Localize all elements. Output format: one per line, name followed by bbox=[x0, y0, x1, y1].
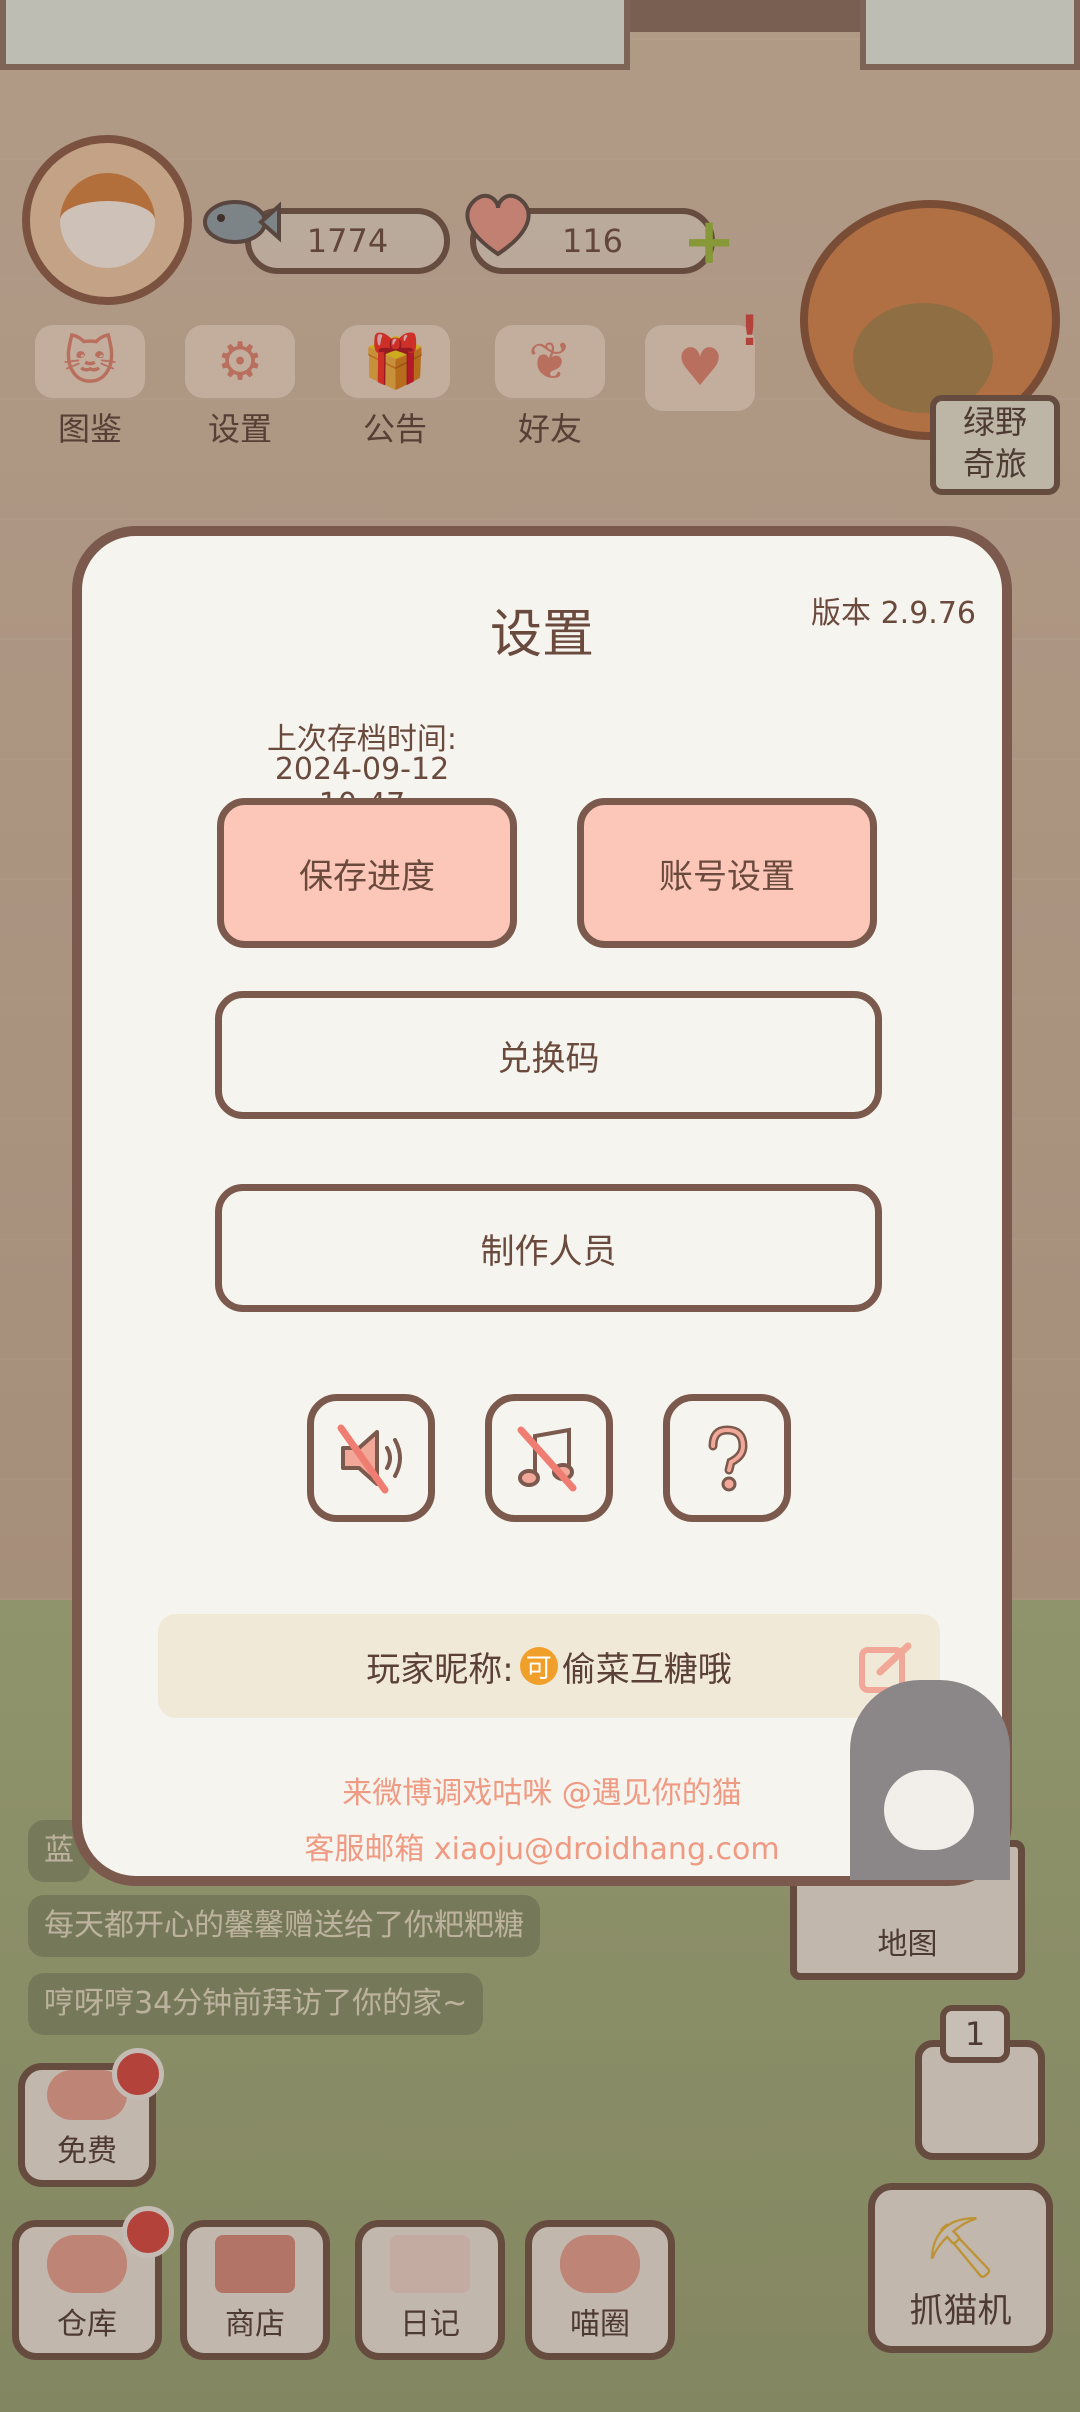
cat-mascot-muzzle bbox=[884, 1770, 974, 1850]
nickname-badge-icon: 可 bbox=[519, 1647, 558, 1685]
help-button[interactable] bbox=[663, 1394, 791, 1522]
nickname-value: 偷菜互糖哦 bbox=[561, 1649, 732, 1690]
version-text: 版本 2.9.76 bbox=[811, 596, 976, 631]
sound-toggle-button[interactable] bbox=[307, 1394, 435, 1522]
question-icon bbox=[708, 1425, 748, 1492]
credits-label: 制作人员 bbox=[480, 1231, 617, 1272]
nickname-label: 玩家昵称: bbox=[366, 1649, 514, 1690]
account-settings-label: 账号设置 bbox=[659, 856, 795, 897]
save-progress-label: 保存进度 bbox=[299, 856, 435, 897]
music-toggle-button[interactable] bbox=[485, 1394, 613, 1522]
music-muted-icon bbox=[517, 1426, 577, 1492]
redeem-code-button[interactable]: 兑换码 bbox=[215, 991, 882, 1119]
redeem-code-label: 兑换码 bbox=[497, 1038, 600, 1079]
save-progress-button[interactable]: 保存进度 bbox=[217, 798, 517, 948]
settings-dialog: 设置 版本 2.9.76 上次存档时间: 2024-09-12 10:47 保存… bbox=[72, 526, 1012, 1886]
credits-button[interactable]: 制作人员 bbox=[215, 1184, 882, 1312]
nickname-bar: 玩家昵称: 可 偷菜互糖哦 bbox=[158, 1614, 940, 1718]
cat-mascot-image bbox=[850, 1680, 1010, 1880]
account-settings-button[interactable]: 账号设置 bbox=[577, 798, 877, 948]
sound-muted-icon bbox=[337, 1424, 402, 1494]
